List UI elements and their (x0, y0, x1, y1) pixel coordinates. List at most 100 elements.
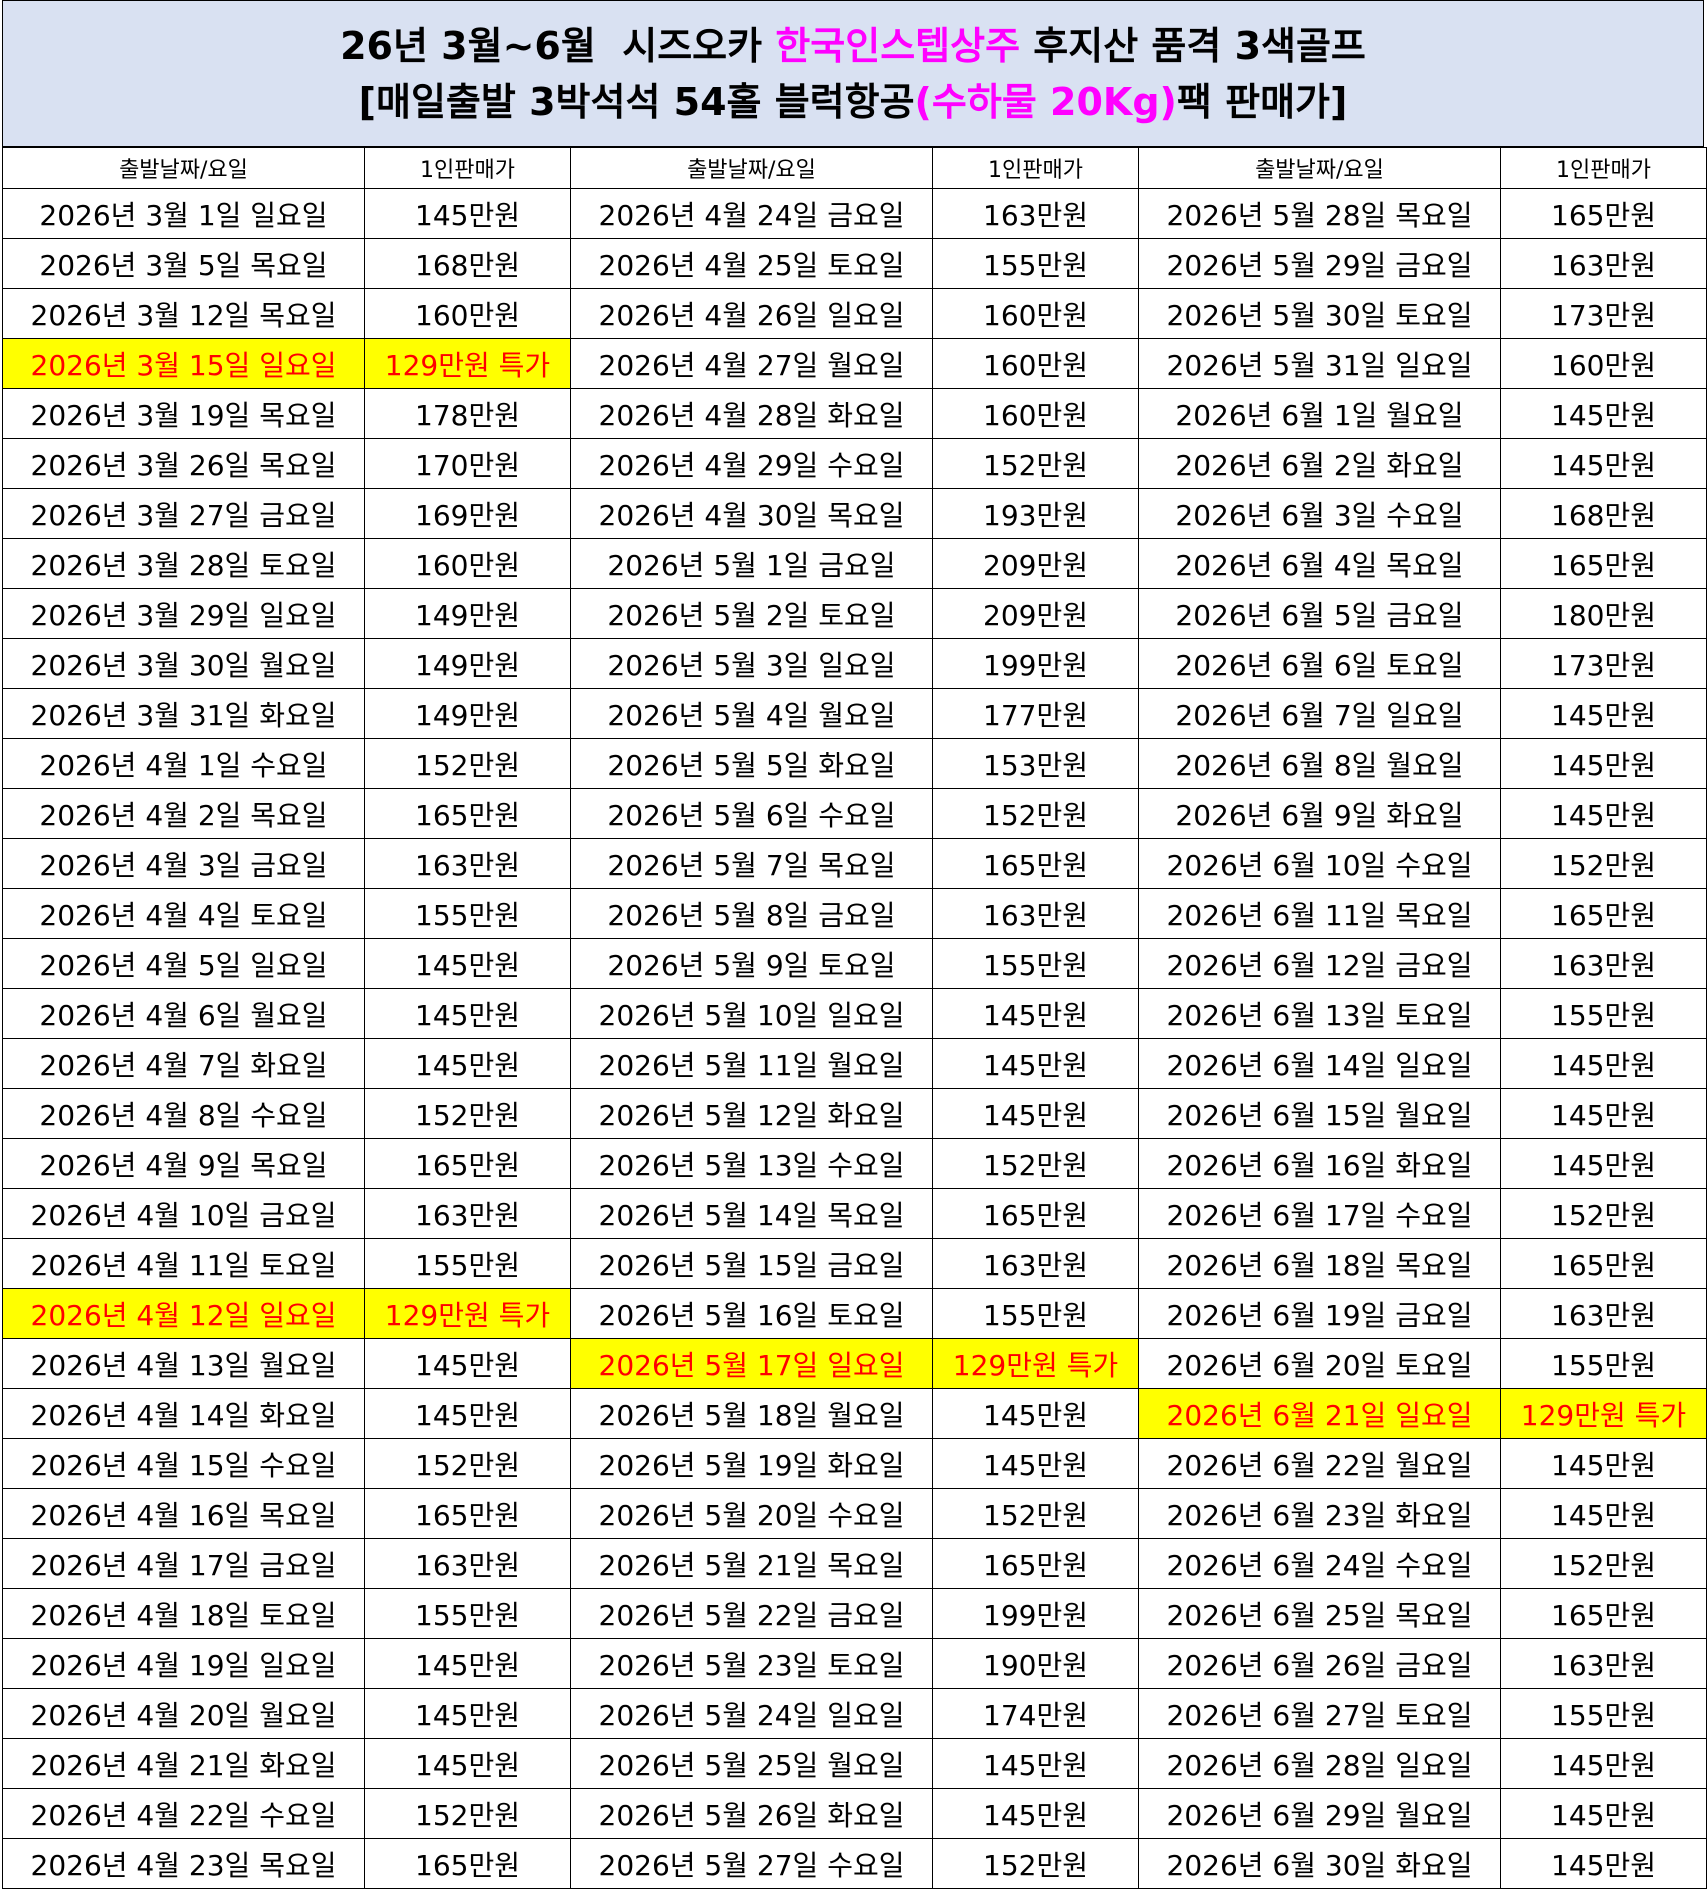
price-cell: 169만원 (364, 488, 571, 539)
departure-date-cell: 2026년 4월 8일 수요일 (2, 1088, 365, 1139)
table-row: 2026년 4월 19일 일요일 145만원 2026년 5월 23일 토요일 190… (2, 1638, 1707, 1689)
header-price-2: 1인판매가 (932, 147, 1139, 189)
departure-date-cell: 2026년 4월 26일 일요일 (570, 288, 933, 339)
price-cell: 209만원 (932, 588, 1139, 639)
price-cell: 199만원 (932, 638, 1139, 689)
departure-date-cell: 2026년 5월 13일 수요일 (570, 1138, 933, 1189)
price-cell: 160만원 (932, 388, 1139, 439)
departure-date-cell: 2026년 6월 29일 월요일 (1138, 1788, 1501, 1839)
price-cell: 165만원 (1500, 888, 1707, 939)
price-cell: 152만원 (932, 438, 1139, 489)
departure-date-cell: 2026년 5월 16일 토요일 (570, 1288, 933, 1339)
price-cell: 145만원 (1500, 1088, 1707, 1139)
price-cell: 145만원 (1500, 1488, 1707, 1539)
departure-date-cell: 2026년 6월 16일 화요일 (1138, 1138, 1501, 1189)
departure-date-cell: 2026년 6월 19일 금요일 (1138, 1288, 1501, 1339)
title-line-1-pre: 26년 3월~6월 시즈오카 (340, 23, 776, 68)
departure-date-cell: 2026년 3월 5일 목요일 (2, 238, 365, 289)
price-cell: 145만원 (364, 1388, 571, 1439)
table-row: 2026년 4월 23일 목요일 165만원 2026년 5월 27일 수요일 152… (2, 1838, 1707, 1889)
departure-date-cell: 2026년 6월 7일 일요일 (1138, 688, 1501, 739)
price-cell: 170만원 (364, 438, 571, 489)
departure-date-cell: 2026년 5월 31일 일요일 (1138, 338, 1501, 389)
departure-date-cell: 2026년 3월 19일 목요일 (2, 388, 365, 439)
price-cell: 163만원 (932, 188, 1139, 239)
price-cell: 163만원 (1500, 238, 1707, 289)
price-cell: 152만원 (364, 738, 571, 789)
price-cell: 160만원 (1500, 338, 1707, 389)
departure-date-cell: 2026년 4월 28일 화요일 (570, 388, 933, 439)
departure-date-cell: 2026년 6월 15일 월요일 (1138, 1088, 1501, 1139)
departure-date-cell: 2026년 5월 22일 금요일 (570, 1588, 933, 1639)
price-cell: 145만원 (932, 988, 1139, 1039)
departure-date-cell: 2026년 4월 23일 목요일 (2, 1838, 365, 1889)
departure-date-cell: 2026년 4월 7일 화요일 (2, 1038, 365, 1089)
price-cell: 165만원 (1500, 1238, 1707, 1289)
table-row: 2026년 4월 14일 화요일 145만원 2026년 5월 18일 월요일 145… (2, 1388, 1707, 1439)
departure-date-cell: 2026년 5월 21일 목요일 (570, 1538, 933, 1589)
price-cell: 163만원 (364, 1188, 571, 1239)
price-cell: 163만원 (364, 838, 571, 889)
price-cell: 163만원 (364, 1538, 571, 1589)
departure-date-cell: 2026년 5월 24일 일요일 (570, 1688, 933, 1739)
departure-date-cell: 2026년 3월 26일 목요일 (2, 438, 365, 489)
departure-date-cell: 2026년 4월 13일 월요일 (2, 1338, 365, 1389)
departure-date-cell: 2026년 5월 17일 일요일 (570, 1338, 933, 1389)
table-row: 2026년 3월 15일 일요일 129만원 특가 2026년 4월 27일 월요일… (2, 338, 1707, 389)
departure-date-cell: 2026년 6월 21일 일요일 (1138, 1388, 1501, 1439)
price-cell: 145만원 (364, 1038, 571, 1089)
price-cell: 145만원 (1500, 1138, 1707, 1189)
departure-date-cell: 2026년 5월 10일 일요일 (570, 988, 933, 1039)
departure-date-cell: 2026년 4월 10일 금요일 (2, 1188, 365, 1239)
title-line-1: 26년 3월~6월 시즈오카 한국인스텝상주 후지산 품격 3색골프 (340, 18, 1366, 74)
departure-date-cell: 2026년 6월 5일 금요일 (1138, 588, 1501, 639)
price-cell: 145만원 (364, 1688, 571, 1739)
departure-date-cell: 2026년 3월 15일 일요일 (2, 338, 365, 389)
departure-date-cell: 2026년 4월 3일 금요일 (2, 838, 365, 889)
table-row: 2026년 3월 30일 월요일 149만원 2026년 5월 3일 일요일 199만… (2, 638, 1707, 689)
table-row: 2026년 4월 21일 화요일 145만원 2026년 5월 25일 월요일 145… (2, 1738, 1707, 1789)
table-row: 2026년 3월 27일 금요일 169만원 2026년 4월 30일 목요일 193… (2, 488, 1707, 539)
price-cell: 152만원 (932, 788, 1139, 839)
departure-date-cell: 2026년 5월 6일 수요일 (570, 788, 933, 839)
title-line-2-pre: [매일출발 3박석석 54홀 블럭항공 (358, 79, 915, 124)
price-cell: 145만원 (364, 188, 571, 239)
table-row: 2026년 4월 20일 월요일 145만원 2026년 5월 24일 일요일 174… (2, 1688, 1707, 1739)
table-row: 2026년 3월 19일 목요일 178만원 2026년 4월 28일 화요일 160… (2, 388, 1707, 439)
price-cell: 177만원 (932, 688, 1139, 739)
departure-date-cell: 2026년 5월 20일 수요일 (570, 1488, 933, 1539)
departure-date-cell: 2026년 4월 16일 목요일 (2, 1488, 365, 1539)
special-price-cell: 129만원 특가 (364, 1288, 571, 1339)
price-cell: 155만원 (932, 238, 1139, 289)
departure-date-cell: 2026년 5월 3일 일요일 (570, 638, 933, 689)
departure-date-cell: 2026년 4월 1일 수요일 (2, 738, 365, 789)
departure-date-cell: 2026년 4월 14일 화요일 (2, 1388, 365, 1439)
price-cell: 160만원 (932, 288, 1139, 339)
table-body: 2026년 3월 1일 일요일 145만원 2026년 4월 24일 금요일 163만… (2, 188, 1707, 1889)
departure-date-cell: 2026년 4월 11일 토요일 (2, 1238, 365, 1289)
title-line-1-post: 후지산 품격 3색골프 (1020, 23, 1366, 68)
table-row: 2026년 3월 1일 일요일 145만원 2026년 4월 24일 금요일 163만… (2, 188, 1707, 239)
departure-date-cell: 2026년 4월 24일 금요일 (570, 188, 933, 239)
price-cell: 173만원 (1500, 288, 1707, 339)
title-line-1-highlight: 한국인스텝상주 (775, 23, 1021, 68)
price-cell: 145만원 (932, 1038, 1139, 1089)
table-row: 2026년 4월 18일 토요일 155만원 2026년 5월 22일 금요일 199… (2, 1588, 1707, 1639)
departure-date-cell: 2026년 4월 6일 월요일 (2, 988, 365, 1039)
price-cell: 209만원 (932, 538, 1139, 589)
price-cell: 155만원 (364, 1588, 571, 1639)
price-cell: 153만원 (932, 738, 1139, 789)
price-cell: 173만원 (1500, 638, 1707, 689)
table-row: 2026년 4월 12일 일요일 129만원 특가 2026년 5월 16일 토요일… (2, 1288, 1707, 1339)
departure-date-cell: 2026년 4월 4일 토요일 (2, 888, 365, 939)
special-price-cell: 129만원 특가 (364, 338, 571, 389)
price-cell: 165만원 (364, 1488, 571, 1539)
price-cell: 165만원 (932, 838, 1139, 889)
special-price-cell: 129만원 특가 (1500, 1388, 1707, 1439)
departure-date-cell: 2026년 5월 14일 목요일 (570, 1188, 933, 1239)
departure-date-cell: 2026년 5월 26일 화요일 (570, 1788, 933, 1839)
price-cell: 145만원 (364, 1738, 571, 1789)
departure-date-cell: 2026년 6월 9일 화요일 (1138, 788, 1501, 839)
departure-date-cell: 2026년 5월 2일 토요일 (570, 588, 933, 639)
departure-date-cell: 2026년 5월 8일 금요일 (570, 888, 933, 939)
